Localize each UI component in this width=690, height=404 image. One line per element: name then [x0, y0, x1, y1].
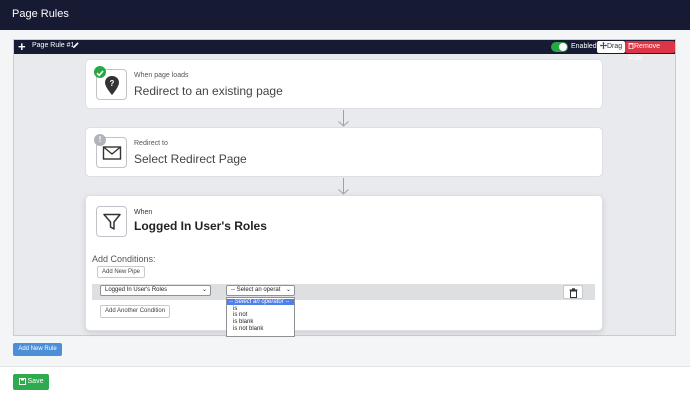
- remove-rule-button[interactable]: Remove Rule: [625, 41, 675, 62]
- add-new-pipe-button[interactable]: Add New Pipe: [97, 266, 146, 278]
- info-icon: !: [94, 134, 106, 146]
- page-title: Page Rules: [12, 8, 69, 20]
- operator-select-value: -- Select an operat: [231, 287, 281, 293]
- operator-option[interactable]: is not: [227, 312, 294, 318]
- save-button[interactable]: Save: [13, 374, 49, 390]
- drag-label: Drag: [607, 43, 623, 50]
- condition-title: Logged In User's Roles: [134, 219, 267, 233]
- footer: [0, 366, 690, 404]
- chevron-down-icon: ⌄: [285, 287, 291, 293]
- complete-check-icon: [94, 66, 106, 78]
- filter-icon-box: [96, 206, 127, 237]
- save-icon: [18, 377, 26, 385]
- redirect-card[interactable]: ! Redirect to Select Redirect Page: [85, 127, 603, 177]
- field-select-value: Logged In User's Roles: [105, 287, 168, 293]
- rule-title: Page Rule #1: [32, 42, 75, 49]
- pencil-icon[interactable]: [72, 41, 80, 49]
- trash-icon: [569, 288, 578, 298]
- condition-label: When: [134, 209, 153, 216]
- page-header: Page Rules: [0, 0, 690, 30]
- enabled-label: Enabled: [571, 43, 597, 50]
- operator-option[interactable]: is: [227, 306, 294, 312]
- envelope-icon: [102, 146, 122, 160]
- operator-option[interactable]: -- Select an operator --: [227, 299, 294, 305]
- add-another-condition-button[interactable]: Add Another Condition: [100, 305, 171, 318]
- add-conditions-label: Add Conditions:: [92, 254, 156, 264]
- enabled-toggle[interactable]: [551, 42, 568, 52]
- delete-condition-button[interactable]: [563, 285, 583, 299]
- operator-option[interactable]: is blank: [227, 319, 294, 325]
- redirect-title: Select Redirect Page: [134, 152, 247, 166]
- field-select[interactable]: Logged In User's Roles ⌄: [100, 285, 211, 296]
- chevron-down-icon: ⌄: [201, 287, 207, 293]
- trigger-card[interactable]: ? When page loads Redirect to an existin…: [85, 59, 603, 109]
- operator-select[interactable]: -- Select an operat ⌄: [226, 285, 295, 296]
- operator-option[interactable]: is not blank: [227, 326, 294, 332]
- trigger-title: Redirect to an existing page: [134, 84, 283, 98]
- drag-button[interactable]: Drag: [597, 41, 626, 53]
- redirect-label: Redirect to: [134, 140, 168, 147]
- svg-text:?: ?: [110, 79, 115, 88]
- move-icon: [600, 42, 607, 49]
- trigger-label: When page loads: [134, 72, 189, 79]
- expand-icon[interactable]: +: [18, 40, 26, 54]
- save-label: Save: [27, 378, 44, 385]
- rule-toolbar: + Page Rule #1 Enabled Drag Remove Rule: [14, 40, 675, 62]
- filter-icon: [103, 213, 121, 230]
- operator-dropdown-list: -- Select an operator -- is is not is bl…: [226, 297, 295, 337]
- add-new-rule-button[interactable]: Add New Rule: [13, 343, 62, 356]
